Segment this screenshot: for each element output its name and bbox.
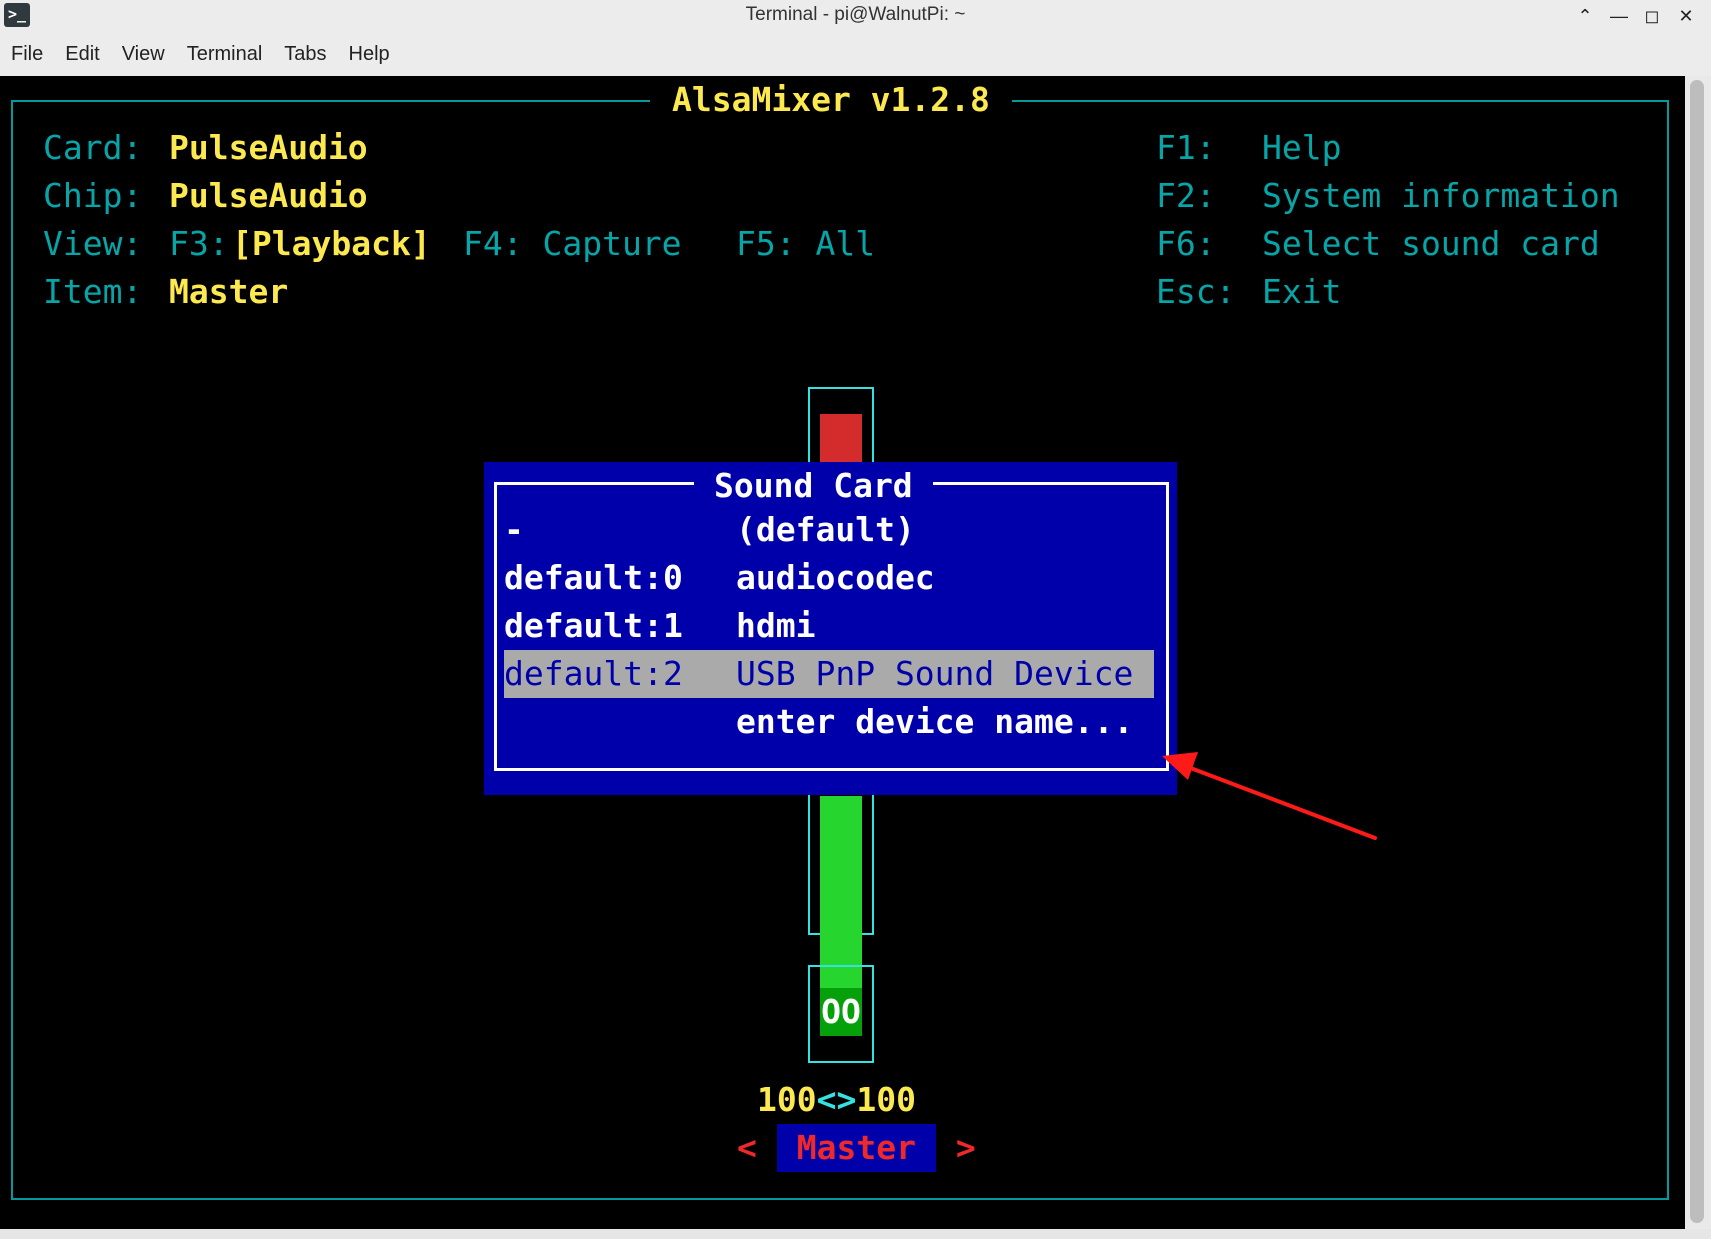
sound-card-option-1[interactable]: default:1 hdmi <box>504 602 1154 650</box>
card-value: PulseAudio <box>169 128 368 167</box>
sound-card-option-default[interactable]: - (default) <box>504 506 1154 554</box>
window-bottom-edge <box>0 1229 1711 1239</box>
option-device: - <box>504 510 524 549</box>
view-label: View: <box>43 224 143 263</box>
annotation-arrow-icon <box>1162 752 1377 840</box>
channel-name: Master <box>776 1124 936 1172</box>
menu-file[interactable]: File <box>0 32 54 76</box>
option-device: default:0 <box>504 558 683 597</box>
terminal-viewport[interactable]: AlsaMixer v1.2.8 Card: PulseAudio Chip: … <box>0 76 1685 1229</box>
item-label: Item: <box>43 272 143 311</box>
shortcut-esc-label: Exit <box>1262 272 1342 311</box>
mute-state[interactable]: OO <box>820 988 862 1036</box>
minimize-button[interactable]: — <box>1605 0 1633 32</box>
volume-readout: 100<>100 <box>757 1076 916 1124</box>
option-name: enter device name... <box>736 702 1134 741</box>
volume-left: 100 <box>757 1080 817 1119</box>
volume-right: 100 <box>856 1080 916 1119</box>
shortcut-f6-key: F6: <box>1156 224 1216 263</box>
option-name: audiocodec <box>736 558 935 597</box>
shortcut-f2-label: System information <box>1262 176 1620 215</box>
channel-left-arrow: < <box>737 1128 757 1167</box>
menu-tabs[interactable]: Tabs <box>273 32 337 76</box>
option-name: USB PnP Sound Device <box>736 654 1134 693</box>
menu-bar: File Edit View Terminal Tabs Help <box>0 32 1711 76</box>
volume-level-red <box>820 414 862 464</box>
menu-help[interactable]: Help <box>338 32 401 76</box>
option-name: (default) <box>736 510 915 549</box>
menu-edit[interactable]: Edit <box>54 32 110 76</box>
menu-view[interactable]: View <box>111 32 176 76</box>
dialog-title: Sound Card <box>694 462 933 510</box>
shortcut-f1-key: F1: <box>1156 128 1216 167</box>
view-all[interactable]: F5: All <box>736 220 875 268</box>
option-name: hdmi <box>736 606 816 645</box>
sound-card-option-0[interactable]: default:0 audiocodec <box>504 554 1154 602</box>
view-capture[interactable]: F4: Capture <box>463 220 682 268</box>
channel-right-arrow: > <box>955 1128 976 1167</box>
view-playback[interactable]: [Playback] <box>232 220 431 268</box>
f3-key: F3: <box>169 224 229 263</box>
shortcut-esc-key: Esc: <box>1156 272 1236 311</box>
scrollbar-thumb[interactable] <box>1690 80 1704 1223</box>
maximize-button[interactable]: ◻ <box>1638 0 1666 32</box>
shortcut-f2-key: F2: <box>1156 176 1216 215</box>
window-title: Terminal - pi@WalnutPi: ~ <box>745 4 966 25</box>
sound-card-option-enter-name[interactable]: enter device name... <box>504 698 1154 746</box>
window-titlebar: >_ Terminal - pi@WalnutPi: ~ ⌃ — ◻ ✕ <box>0 0 1711 33</box>
shortcut-f1-label: Help <box>1262 128 1342 167</box>
item-value: Master <box>169 272 289 311</box>
menu-terminal[interactable]: Terminal <box>176 32 274 76</box>
option-device: default:2 <box>504 654 683 693</box>
up-chevron-icon[interactable]: ⌃ <box>1571 0 1599 32</box>
shortcut-f6-label: Select sound card <box>1262 224 1600 263</box>
channel-label[interactable]: < Master > <box>737 1124 976 1172</box>
close-button[interactable]: ✕ <box>1672 0 1700 32</box>
chip-value: PulseAudio <box>169 176 368 215</box>
sound-card-dialog: Sound Card - (default) default:0 audiocode… <box>484 462 1177 795</box>
sound-card-option-2-selected[interactable]: default:2 USB PnP Sound Device <box>504 650 1154 698</box>
option-device: default:1 <box>504 606 683 645</box>
mixer-title: AlsaMixer v1.2.8 <box>650 76 1012 124</box>
vertical-scrollbar[interactable] <box>1685 76 1711 1229</box>
card-label: Card: <box>43 128 143 167</box>
chip-label: Chip: <box>43 176 143 215</box>
volume-separator: <> <box>816 1080 857 1119</box>
